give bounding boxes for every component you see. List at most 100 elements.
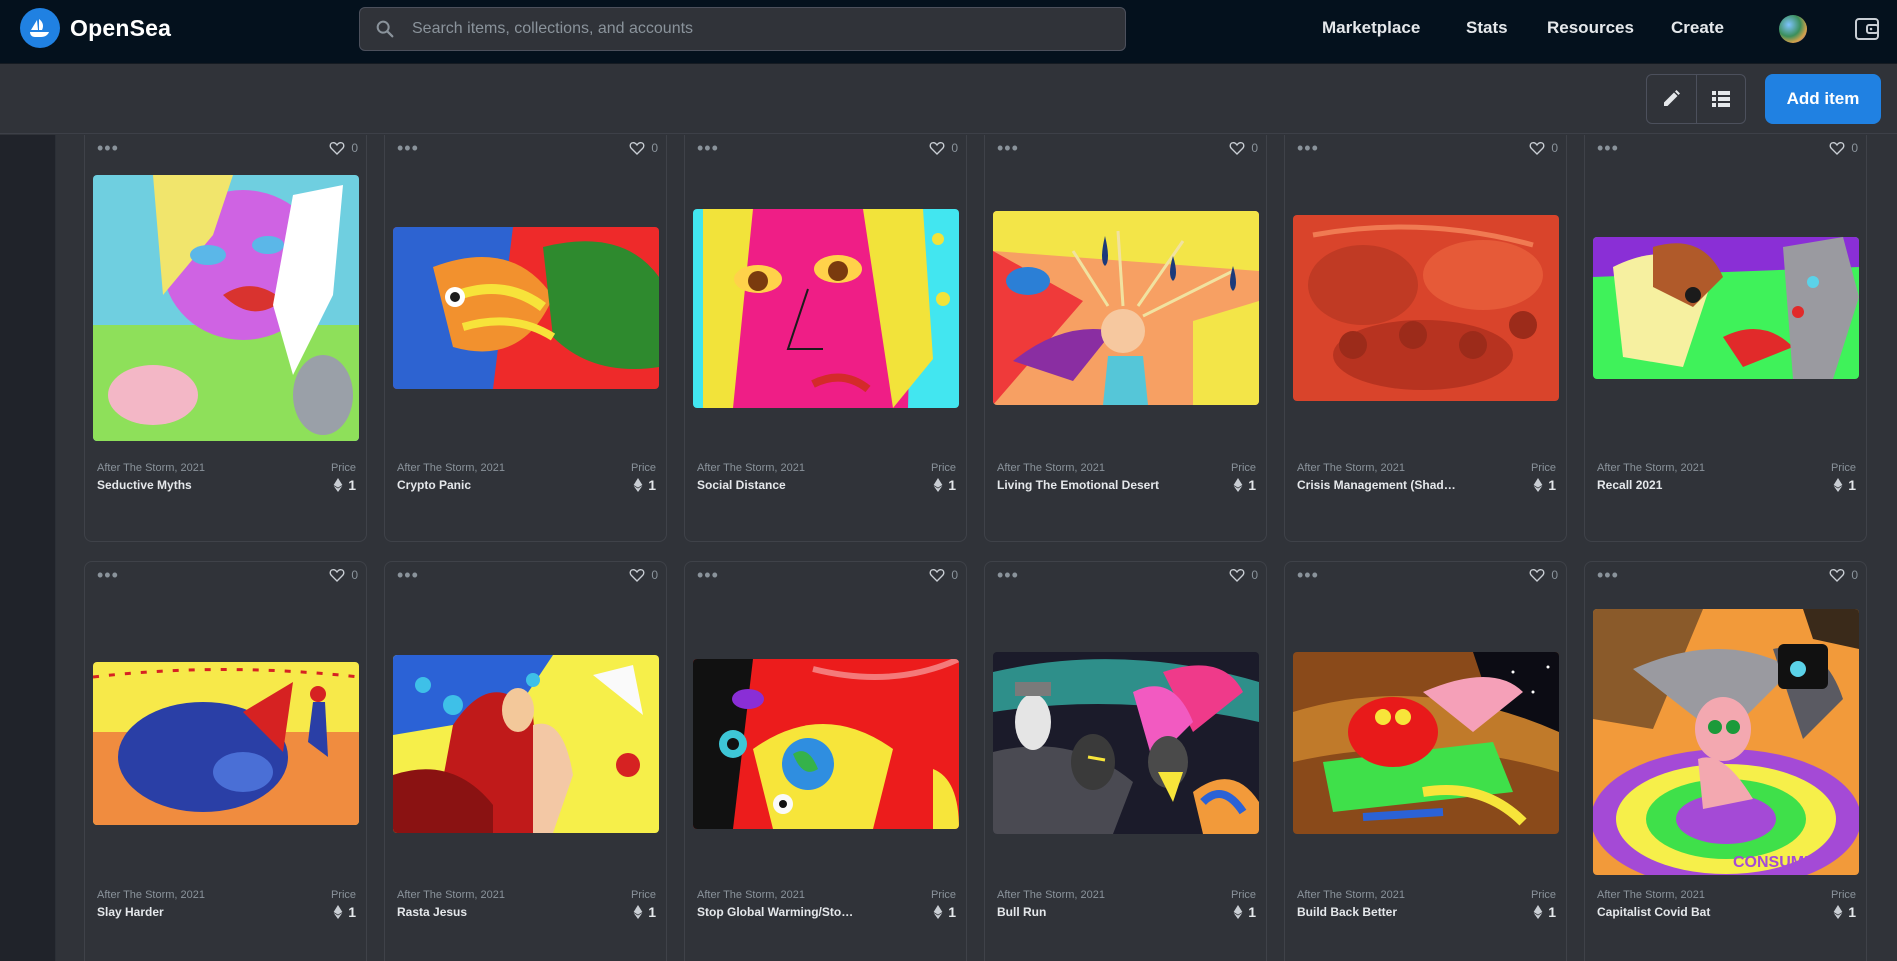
heart-icon — [629, 569, 645, 582]
asset-card[interactable]: ••• 0 CONSUME After The Storm, 2021 Capi… — [1584, 561, 1867, 961]
favorite-button[interactable]: 0 — [1528, 566, 1558, 584]
asset-card[interactable]: ••• 0 After The Storm, 2021 Recall 2021 … — [1584, 135, 1867, 542]
list-view-button[interactable] — [1695, 75, 1745, 123]
artwork-image[interactable] — [693, 659, 959, 829]
asset-card[interactable]: ••• 0 After The Storm, 2021 Stop Global … — [684, 561, 967, 961]
more-dots-icon[interactable]: ••• — [1597, 139, 1619, 157]
item-name[interactable]: Crisis Management (Shad… — [1297, 478, 1467, 492]
favorite-button[interactable]: 0 — [328, 139, 358, 157]
search-input[interactable] — [412, 20, 1092, 38]
ethereum-icon — [333, 905, 343, 919]
more-dots-icon[interactable]: ••• — [397, 566, 419, 584]
price-label: Price — [630, 462, 656, 474]
price-value: 1 — [933, 477, 956, 493]
item-name[interactable]: Stop Global Warming/Sto… — [697, 905, 867, 919]
more-dots-icon[interactable]: ••• — [997, 566, 1019, 584]
nav-stats[interactable]: Stats — [1466, 18, 1508, 38]
asset-card[interactable]: ••• 0 After The Storm, 2021 Build Back B… — [1284, 561, 1567, 961]
more-dots-icon[interactable]: ••• — [1297, 566, 1319, 584]
favorite-button[interactable]: 0 — [1828, 566, 1858, 584]
artwork-image[interactable] — [1293, 215, 1559, 401]
item-name[interactable]: Living The Emotional Desert — [997, 478, 1167, 492]
add-item-button[interactable]: Add item — [1765, 74, 1881, 124]
favorite-button[interactable]: 0 — [928, 139, 958, 157]
artwork-image[interactable] — [393, 655, 659, 833]
asset-card[interactable]: ••• 0 After The Storm, 2021 Bull Run Pri… — [984, 561, 1267, 961]
price-value: 1 — [1233, 904, 1256, 920]
item-name[interactable]: Rasta Jesus — [397, 905, 567, 919]
ethereum-icon — [1533, 478, 1543, 492]
wallet-icon[interactable] — [1854, 16, 1880, 42]
heart-icon — [1829, 142, 1845, 155]
artwork-image[interactable] — [93, 662, 359, 825]
asset-card[interactable]: ••• 0 After The Storm, 2021 Crisis Manag… — [1284, 135, 1567, 542]
more-dots-icon[interactable]: ••• — [97, 566, 119, 584]
price-label: Price — [1230, 462, 1256, 474]
pencil-icon — [1664, 90, 1681, 106]
more-dots-icon[interactable]: ••• — [697, 139, 719, 157]
nav-resources[interactable]: Resources — [1547, 18, 1634, 38]
favorite-count: 0 — [951, 141, 958, 155]
search-bar[interactable] — [359, 7, 1126, 51]
item-name[interactable]: Bull Run — [997, 905, 1167, 919]
heart-icon — [1229, 142, 1245, 155]
artwork-image[interactable] — [993, 652, 1259, 834]
price-value: 1 — [1233, 477, 1256, 493]
more-dots-icon[interactable]: ••• — [697, 566, 719, 584]
item-name[interactable]: Slay Harder — [97, 905, 267, 919]
item-name[interactable]: Capitalist Covid Bat — [1597, 905, 1767, 919]
heart-icon — [1529, 142, 1545, 155]
artwork-image[interactable] — [693, 209, 959, 408]
more-dots-icon[interactable]: ••• — [1297, 139, 1319, 157]
ethereum-icon — [1833, 905, 1843, 919]
collection-name: After The Storm, 2021 — [97, 889, 206, 901]
artwork-image[interactable] — [1293, 652, 1559, 834]
nav-marketplace[interactable]: Marketplace — [1322, 18, 1420, 38]
profile-avatar[interactable] — [1779, 15, 1807, 43]
item-name[interactable]: Social Distance — [697, 478, 867, 492]
favorite-button[interactable]: 0 — [1528, 139, 1558, 157]
asset-card[interactable]: ••• 0 After The Storm, 2021 Seductive My… — [84, 135, 367, 542]
collection-name: After The Storm, 2021 — [397, 889, 506, 901]
artwork-image[interactable]: CONSUME — [1593, 609, 1859, 875]
item-name[interactable]: Seductive Myths — [97, 478, 267, 492]
artwork-image[interactable] — [393, 227, 659, 389]
collection-name: After The Storm, 2021 — [1597, 462, 1706, 474]
favorite-count: 0 — [1251, 568, 1258, 582]
collection-name: After The Storm, 2021 — [997, 462, 1106, 474]
favorite-button[interactable]: 0 — [1228, 139, 1258, 157]
asset-card[interactable]: ••• 0 After The Storm, 2021 Slay Harder … — [84, 561, 367, 961]
view-tools — [1646, 74, 1746, 124]
heart-icon — [1829, 569, 1845, 582]
edit-button[interactable] — [1647, 75, 1696, 123]
item-name[interactable]: Crypto Panic — [397, 478, 567, 492]
favorite-button[interactable]: 0 — [1228, 566, 1258, 584]
more-dots-icon[interactable]: ••• — [1597, 566, 1619, 584]
asset-card[interactable]: ••• 0 After The Storm, 2021 Crypto Panic… — [384, 135, 667, 542]
price-value: 1 — [1533, 477, 1556, 493]
item-name[interactable]: Build Back Better — [1297, 905, 1467, 919]
brand-home-link[interactable]: OpenSea — [20, 8, 171, 48]
asset-card[interactable]: ••• 0 After The Storm, 2021 Rasta Jesus … — [384, 561, 667, 961]
heart-icon — [1529, 569, 1545, 582]
asset-card[interactable]: ••• 0 After The Storm, 2021 Social Dista… — [684, 135, 967, 542]
artwork-image[interactable] — [993, 211, 1259, 405]
more-dots-icon[interactable]: ••• — [97, 139, 119, 157]
favorite-button[interactable]: 0 — [928, 566, 958, 584]
nav-create[interactable]: Create — [1671, 18, 1724, 38]
item-name[interactable]: Recall 2021 — [1597, 478, 1767, 492]
more-dots-icon[interactable]: ••• — [997, 139, 1019, 157]
artwork-image[interactable] — [93, 175, 359, 441]
artwork-image[interactable] — [1593, 237, 1859, 379]
price-label: Price — [330, 462, 356, 474]
favorite-button[interactable]: 0 — [628, 139, 658, 157]
heart-icon — [929, 142, 945, 155]
favorite-count: 0 — [1551, 141, 1558, 155]
asset-card[interactable]: ••• 0 After The Storm, 2021 Living The E… — [984, 135, 1267, 542]
favorite-count: 0 — [1251, 141, 1258, 155]
more-dots-icon[interactable]: ••• — [397, 139, 419, 157]
collection-name: After The Storm, 2021 — [697, 462, 806, 474]
favorite-button[interactable]: 0 — [328, 566, 358, 584]
favorite-button[interactable]: 0 — [1828, 139, 1858, 157]
favorite-button[interactable]: 0 — [628, 566, 658, 584]
